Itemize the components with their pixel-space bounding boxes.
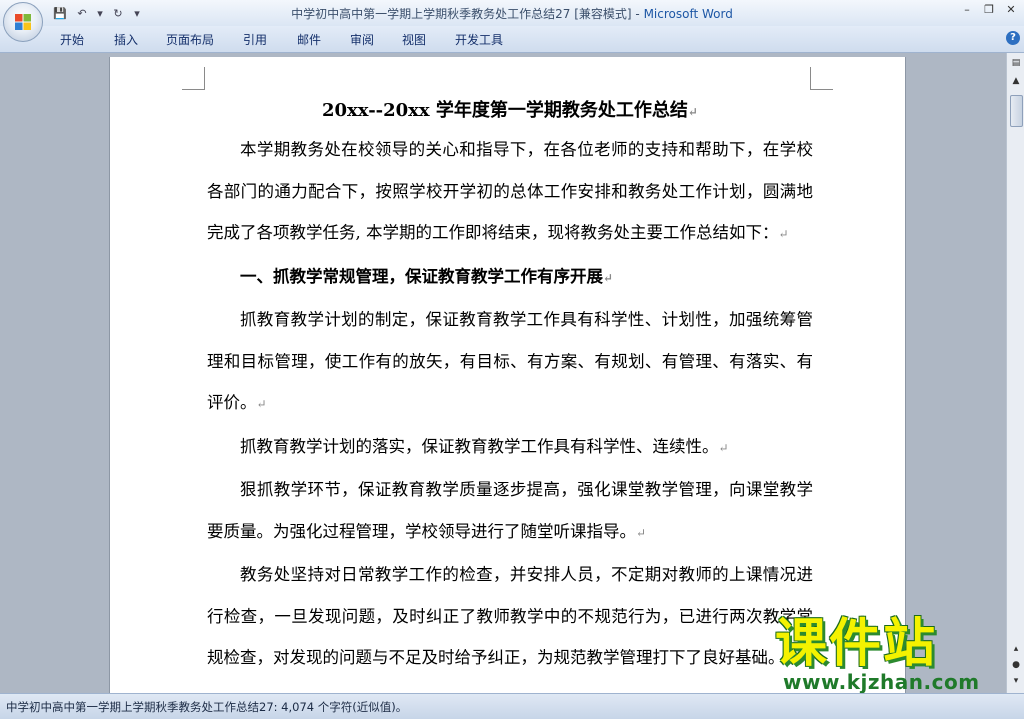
body-paragraph[interactable]: 抓教育教学计划的制定，保证教育教学工作具有科学性、计划性，加强统筹管理和目标管理… — [207, 299, 813, 426]
app-name: Microsoft Word — [643, 7, 733, 21]
watermark: 课件站 www.kjzhan.com — [775, 614, 1005, 694]
browse-object-icon[interactable]: ● — [1008, 657, 1024, 673]
page-up-icon[interactable]: ▴ — [1008, 641, 1024, 657]
paragraph-mark: ↵ — [256, 397, 267, 411]
page-down-icon[interactable]: ▾ — [1008, 673, 1024, 689]
document-body[interactable]: 20xx--20xx 学年度第一学期教务处工作总结↵ 本学期教务处在校领导的关心… — [207, 93, 813, 681]
ruler-toggle-icon[interactable]: ▤ — [1008, 55, 1024, 71]
office-button[interactable] — [3, 2, 43, 42]
body-paragraph[interactable]: 抓教育教学计划的落实，保证教育教学工作具有科学性、连续性。↵ — [207, 426, 813, 470]
watermark-url: www.kjzhan.com — [783, 670, 980, 694]
tab-review[interactable]: 审阅 — [350, 31, 374, 48]
doc-title[interactable]: 20xx--20xx 学年度第一学期教务处工作总结↵ — [207, 93, 813, 129]
paragraph-mark: ↵ — [778, 227, 789, 241]
paragraph-mark: ↵ — [687, 105, 698, 119]
paragraph-mark: ↵ — [718, 440, 729, 455]
minimize-button[interactable]: – — [956, 0, 978, 18]
tab-references[interactable]: 引用 — [243, 31, 267, 48]
status-text: 中学初中高中第一学期上学期秋季教务处工作总结27: 4,074 个字符(近似值)… — [6, 700, 408, 714]
tab-home[interactable]: 开始 — [60, 31, 84, 48]
heading-paragraph[interactable]: 一、抓教学常规管理，保证教育教学工作有序开展↵ — [207, 256, 813, 300]
margin-corner-left — [182, 67, 205, 90]
scroll-up-icon[interactable]: ▲ — [1008, 73, 1024, 89]
document-page[interactable]: 20xx--20xx 学年度第一学期教务处工作总结↵ 本学期教务处在校领导的关心… — [109, 57, 906, 707]
tab-developer[interactable]: 开发工具 — [455, 31, 503, 48]
title-bar: 💾 ↶ ▾ ↻ ▾ 中学初中高中第一学期上学期秋季教务处工作总结27 [兼容模式… — [0, 0, 1024, 26]
margin-corner-right — [810, 67, 833, 90]
status-bar: 中学初中高中第一学期上学期秋季教务处工作总结27: 4,074 个字符(近似值)… — [0, 693, 1024, 719]
scroll-thumb[interactable] — [1010, 95, 1023, 127]
watermark-main: 课件站 — [775, 614, 938, 674]
office-logo-icon — [15, 14, 31, 30]
restore-button[interactable]: ❐ — [978, 0, 1000, 18]
document-workspace: 20xx--20xx 学年度第一学期教务处工作总结↵ 本学期教务处在校领导的关心… — [0, 53, 1006, 707]
tab-mailings[interactable]: 邮件 — [297, 31, 321, 48]
ribbon-tabs: 开始 插入 页面布局 引用 邮件 审阅 视图 开发工具 — [0, 26, 1024, 53]
vertical-scrollbar[interactable]: ▤ ▲ ▴ ● ▾ — [1006, 53, 1024, 693]
body-paragraph[interactable]: 教务处坚持对日常教学工作的检查，并安排人员，不定期对教师的上课情况进行检查，一旦… — [207, 554, 813, 681]
paragraph-mark: ↵ — [603, 270, 614, 285]
title-separator: - — [631, 7, 644, 21]
window-title: 中学初中高中第一学期上学期秋季教务处工作总结27 [兼容模式] - Micros… — [0, 5, 1024, 22]
body-paragraph[interactable]: 本学期教务处在校领导的关心和指导下，在各位老师的支持和帮助下，在学校各部门的通力… — [207, 129, 813, 256]
tab-page-layout[interactable]: 页面布局 — [166, 31, 214, 48]
help-icon[interactable]: ? — [1006, 31, 1020, 45]
window-controls: – ❐ ✕ — [956, 0, 1022, 18]
document-title: 中学初中高中第一学期上学期秋季教务处工作总结27 [兼容模式] — [291, 7, 632, 21]
tab-view[interactable]: 视图 — [402, 31, 426, 48]
body-paragraph[interactable]: 狠抓教学环节，保证教育教学质量逐步提高，强化课堂教学管理，向课堂教学要质量。为强… — [207, 469, 813, 554]
close-button[interactable]: ✕ — [1000, 0, 1022, 18]
tab-insert[interactable]: 插入 — [114, 31, 138, 48]
paragraph-mark: ↵ — [636, 525, 647, 540]
